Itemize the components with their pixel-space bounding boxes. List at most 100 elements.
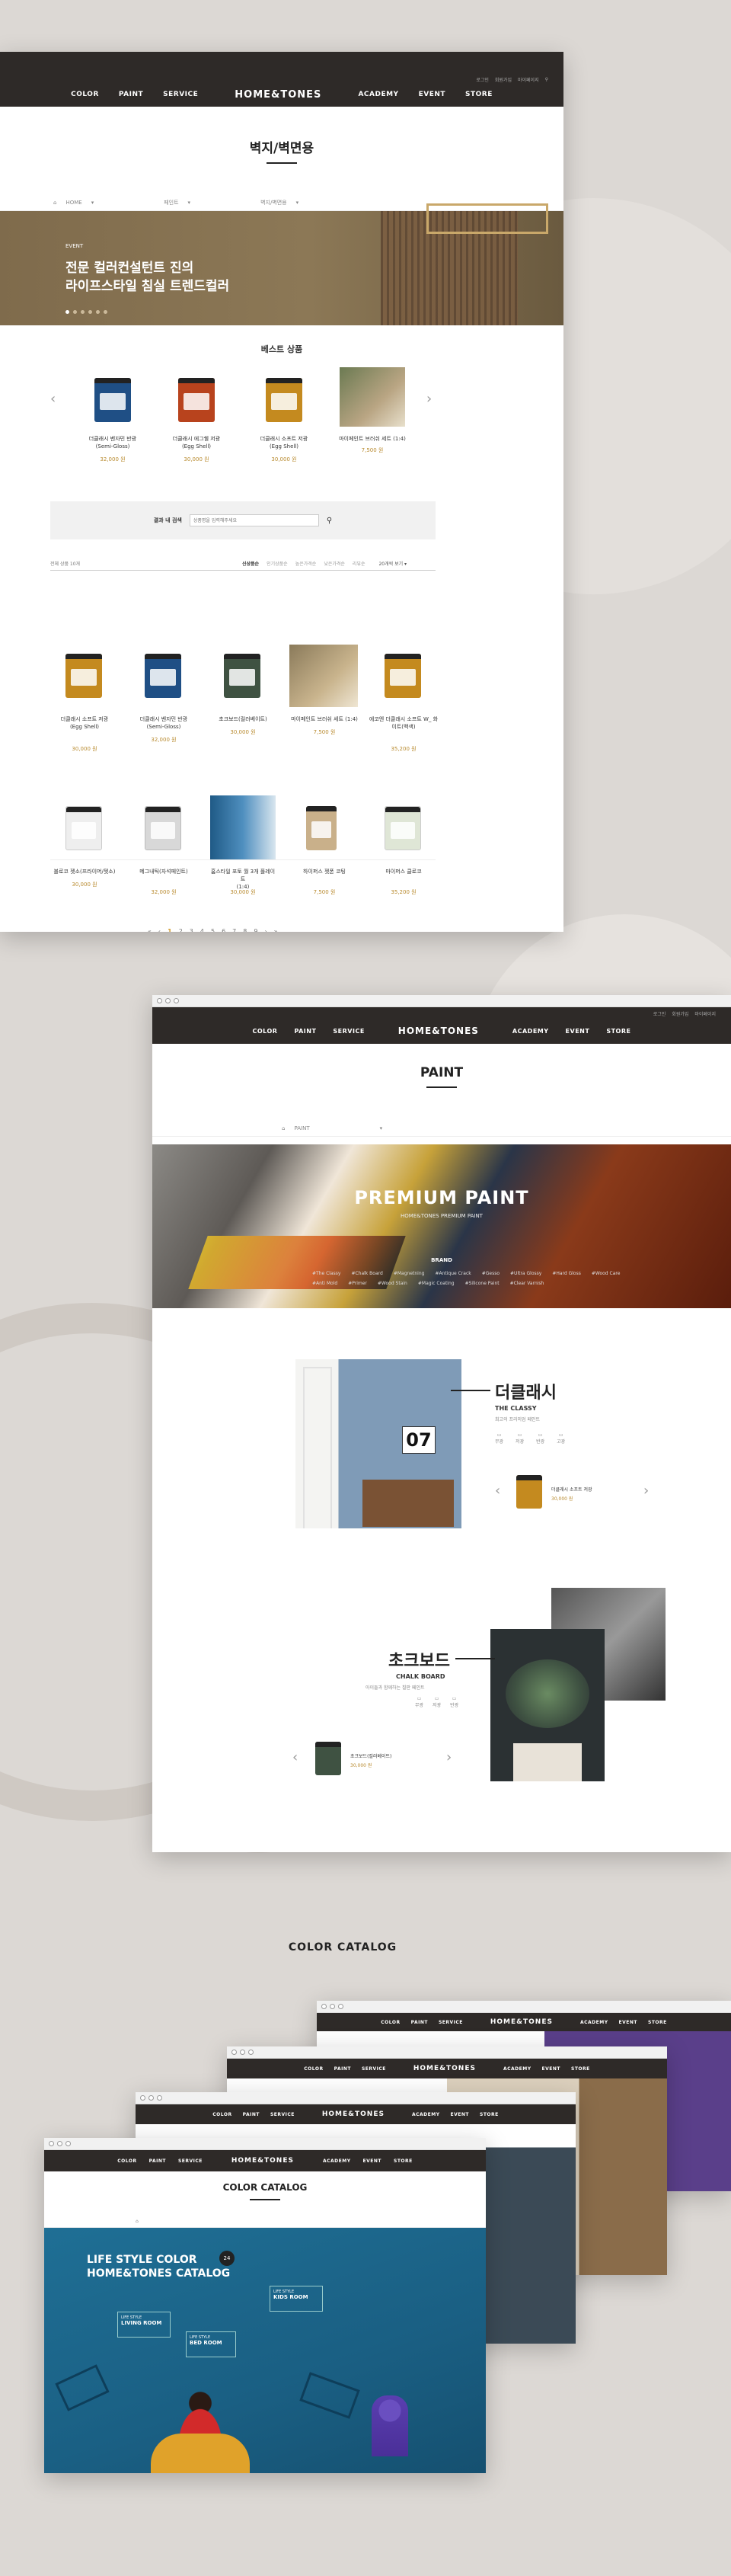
window-dot-icon[interactable] <box>157 998 162 1003</box>
chalk-product-name[interactable]: 초크보드(컬러베이트) <box>350 1752 391 1759</box>
util-join[interactable]: 회원가입 <box>495 76 512 83</box>
brand-tag[interactable]: #Clear Varnish <box>510 1281 544 1286</box>
chalk-table <box>513 1743 582 1781</box>
chalk-next-arrow[interactable]: › <box>446 1749 452 1765</box>
brand-tag[interactable]: #The Classy <box>312 1271 340 1276</box>
first-page-button[interactable]: « <box>148 928 152 932</box>
page-number[interactable]: 8 <box>243 928 247 932</box>
page-number[interactable]: 4 <box>200 928 204 932</box>
nav-color[interactable]: COLOR <box>71 91 99 98</box>
nav-service[interactable]: SERVICE <box>163 91 198 98</box>
nav-paint[interactable]: PAINT <box>149 2158 166 2164</box>
classy-image: 07 <box>295 1359 461 1528</box>
breadcrumb-category[interactable]: 페인트 <box>164 199 178 206</box>
premium-paint-hero: PREMIUM PAINT HOME&TONES PREMIUM PAINT B… <box>152 1144 731 1308</box>
search-icon[interactable]: ⚲ <box>545 77 548 82</box>
nav-event[interactable]: EVENT <box>363 2158 381 2164</box>
nav-paint[interactable]: PAINT <box>119 91 143 98</box>
util-join[interactable]: 회원가입 <box>672 1010 688 1017</box>
util-mypage[interactable]: 마이페이지 <box>694 1010 716 1017</box>
page-number[interactable]: 9 <box>254 928 257 932</box>
room-card-living[interactable]: LIFE STYLE LIVING ROOM <box>117 2312 171 2338</box>
prev-page-button[interactable]: ‹ <box>158 928 161 932</box>
nav-event[interactable]: EVENT <box>566 1028 590 1035</box>
chevron-down-icon: ▾ <box>295 199 299 206</box>
nav-academy[interactable]: ACADEMY <box>323 2158 351 2164</box>
util-login[interactable]: 로그인 <box>653 1010 666 1017</box>
logo[interactable]: HOME&TONES <box>235 89 321 101</box>
util-mypage[interactable]: 마이페이지 <box>518 76 539 83</box>
event-banner[interactable]: EVENT 전문 컬러컨설턴트 진의 라이프스타일 침실 트렌드컬러 <box>0 203 563 325</box>
breadcrumb-home[interactable]: HOME <box>65 200 81 206</box>
brand-tag[interactable]: #Chalk Board <box>351 1271 382 1276</box>
brand-tag[interactable]: #Hard Gloss <box>552 1271 581 1276</box>
classy-product-image[interactable] <box>516 1475 542 1509</box>
best-next-arrow[interactable]: › <box>426 391 432 407</box>
brand-tag[interactable]: #Magnetning <box>394 1271 425 1276</box>
sort-high[interactable]: 높은가격순 <box>295 560 317 567</box>
nav-color[interactable]: COLOR <box>117 2158 136 2164</box>
page-number[interactable]: 5 <box>211 928 215 932</box>
window-dot-icon[interactable] <box>57 2141 62 2146</box>
last-page-button[interactable]: » <box>274 928 278 932</box>
room-card-kids[interactable]: LIFE STYLE KIDS ROOM <box>270 2286 323 2312</box>
classy-next-arrow[interactable]: › <box>643 1483 649 1499</box>
breadcrumb-current[interactable]: 벽지/벽면용 <box>260 199 287 206</box>
chalk-product-image[interactable] <box>315 1742 341 1775</box>
window-dot-icon[interactable] <box>165 998 171 1003</box>
brand-tag[interactable]: #Wood Stain <box>378 1281 407 1286</box>
nav-store[interactable]: STORE <box>465 91 493 98</box>
brand-tag[interactable]: #Wood Care <box>592 1271 621 1276</box>
util-login[interactable]: 로그인 <box>476 76 489 83</box>
window-dot-icon[interactable] <box>49 2141 54 2146</box>
home-icon[interactable]: ⌂ <box>136 2219 139 2224</box>
logo[interactable]: HOME&TONES <box>231 2157 294 2165</box>
page-number[interactable]: 6 <box>222 928 225 932</box>
nav-store[interactable]: STORE <box>606 1028 630 1035</box>
nav-store[interactable]: STORE <box>394 2158 413 2164</box>
nav-event[interactable]: EVENT <box>419 91 445 98</box>
page-number[interactable]: 3 <box>190 928 193 932</box>
window-dot-icon[interactable] <box>174 998 179 1003</box>
room-card-bed[interactable]: LIFE STYLE BED ROOM <box>186 2331 236 2357</box>
nav-academy[interactable]: ACADEMY <box>358 91 398 98</box>
sort-new[interactable]: 신상품순 <box>242 560 259 567</box>
sort-popular[interactable]: 인기상품순 <box>267 560 288 567</box>
search-icon[interactable]: ⚲ <box>327 517 332 525</box>
product-price: 32,000 원 <box>151 889 177 895</box>
page-number[interactable]: 7 <box>232 928 236 932</box>
window-dot-icon[interactable] <box>65 2141 71 2146</box>
brand-tag[interactable]: #Ultra Glossy <box>510 1271 541 1276</box>
classy-product-name[interactable]: 더클래시 소프트 저광 <box>551 1486 592 1493</box>
home-icon[interactable]: ⌂ <box>53 200 56 206</box>
home-icon[interactable]: ⌂ <box>282 1125 285 1131</box>
next-page-button[interactable]: › <box>264 928 267 932</box>
classy-en: THE CLASSY <box>495 1405 537 1412</box>
nav-color[interactable]: COLOR <box>253 1028 278 1035</box>
brand-tag[interactable]: #Magic Coating <box>418 1281 455 1286</box>
logo[interactable]: HOME&TONES <box>398 1026 479 1036</box>
product-price: 35,200 원 <box>391 889 417 895</box>
brand-tag[interactable]: #Gesso <box>482 1271 500 1276</box>
sort-review[interactable]: 리뷰순 <box>353 560 366 567</box>
nav-service[interactable]: SERVICE <box>178 2158 203 2164</box>
nav-academy[interactable]: ACADEMY <box>512 1028 549 1035</box>
nav-service[interactable]: SERVICE <box>333 1028 364 1035</box>
sort-count-select[interactable]: 20개씩 보기 ▾ <box>378 560 407 567</box>
best-prev-arrow[interactable]: ‹ <box>50 391 56 407</box>
nav-paint[interactable]: PAINT <box>294 1028 316 1035</box>
page-number[interactable]: 2 <box>179 928 183 932</box>
brand-tag[interactable]: #Antique Crack <box>435 1271 471 1276</box>
breadcrumb-current[interactable]: PAINT <box>294 1125 309 1131</box>
brand-tag[interactable]: #Primer <box>348 1281 367 1286</box>
product-image <box>210 795 276 859</box>
brand-tag[interactable]: #Silicone Paint <box>465 1281 500 1286</box>
sort-low[interactable]: 낮은가격순 <box>324 560 345 567</box>
search-input[interactable] <box>189 514 319 526</box>
chalk-prev-arrow[interactable]: ‹ <box>292 1749 298 1765</box>
brand-tag[interactable]: #Anti Mold <box>312 1281 337 1286</box>
classy-prev-arrow[interactable]: ‹ <box>495 1483 500 1499</box>
product-name: 초크보드(컬러베이트) <box>219 716 267 722</box>
page-number[interactable]: 1 <box>168 928 172 932</box>
banner-indicator[interactable] <box>65 310 107 314</box>
